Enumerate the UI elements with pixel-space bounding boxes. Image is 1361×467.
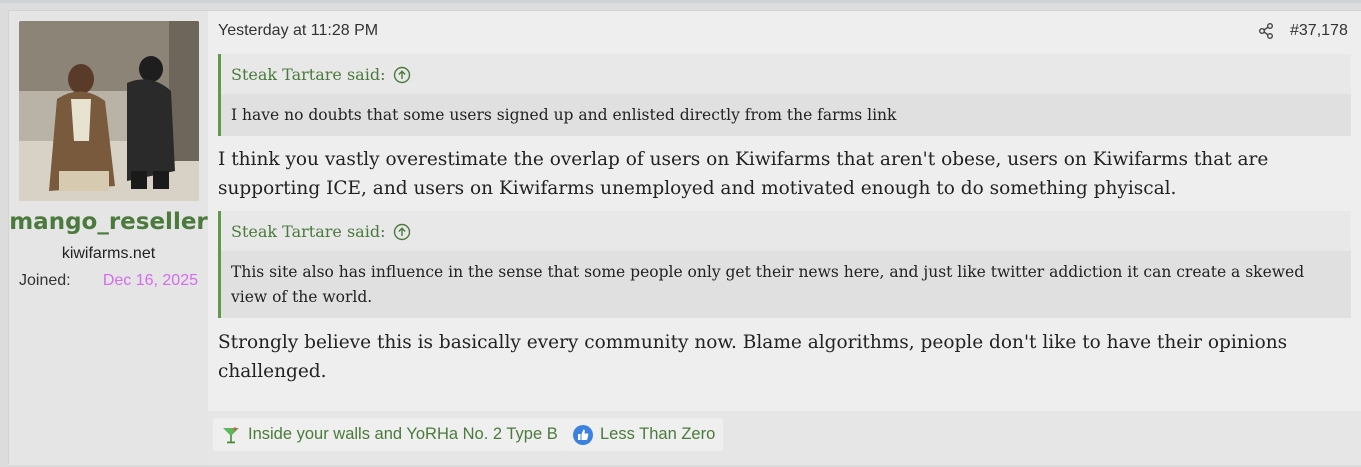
quote-header[interactable]: Steak Tartare said: <box>221 54 1351 94</box>
forum-post: mango_reseller kiwifarms.net Joined: Dec… <box>8 10 1361 465</box>
message-text: I think you vastly overestimate the over… <box>218 149 1269 199</box>
post-main: Yesterday at 11:28 PM #37,178 Steak Tart… <box>208 11 1361 465</box>
share-icon[interactable] <box>1258 23 1274 39</box>
post-number[interactable]: #37,178 <box>1290 22 1348 40</box>
reactions-bar: Inside your walls and YoRHa No. 2 Type B… <box>208 411 1361 465</box>
quote-author: Steak Tartare said: <box>231 222 386 241</box>
reaction-item[interactable]: Inside your walls and YoRHa No. 2 Type B <box>213 418 566 451</box>
avatar[interactable] <box>19 21 199 201</box>
post-date[interactable]: Yesterday at 11:28 PM <box>218 22 378 40</box>
reaction-label: Less Than Zero <box>600 425 716 443</box>
jump-up-icon[interactable] <box>393 66 411 84</box>
cocktail-icon <box>223 426 239 443</box>
reaction-item[interactable]: Less Than Zero <box>565 418 724 451</box>
reaction-label: Inside your walls and YoRHa No. 2 Type B <box>248 425 558 443</box>
joined-label: Joined: <box>19 272 71 289</box>
quote-author: Steak Tartare said: <box>231 65 386 84</box>
quote-block: Steak Tartare said: This site also has i… <box>218 211 1351 318</box>
quote-text: This site also has influence in the sens… <box>221 251 1351 318</box>
user-title: kiwifarms.net <box>61 245 156 262</box>
thumbs-up-icon <box>573 424 593 445</box>
user-info-panel: mango_reseller kiwifarms.net Joined: Dec… <box>9 11 208 465</box>
quote-header[interactable]: Steak Tartare said: <box>221 211 1351 251</box>
message-text: Strongly believe this is basically every… <box>218 332 1288 382</box>
quote-text: I have no doubts that some users signed … <box>221 94 1351 136</box>
username[interactable]: mango_reseller <box>9 209 208 235</box>
page-top-border <box>0 0 1361 3</box>
quote-block: Steak Tartare said: I have no doubts tha… <box>218 54 1351 136</box>
jump-up-icon[interactable] <box>393 223 411 241</box>
joined-date: Dec 16, 2025 <box>102 272 198 289</box>
